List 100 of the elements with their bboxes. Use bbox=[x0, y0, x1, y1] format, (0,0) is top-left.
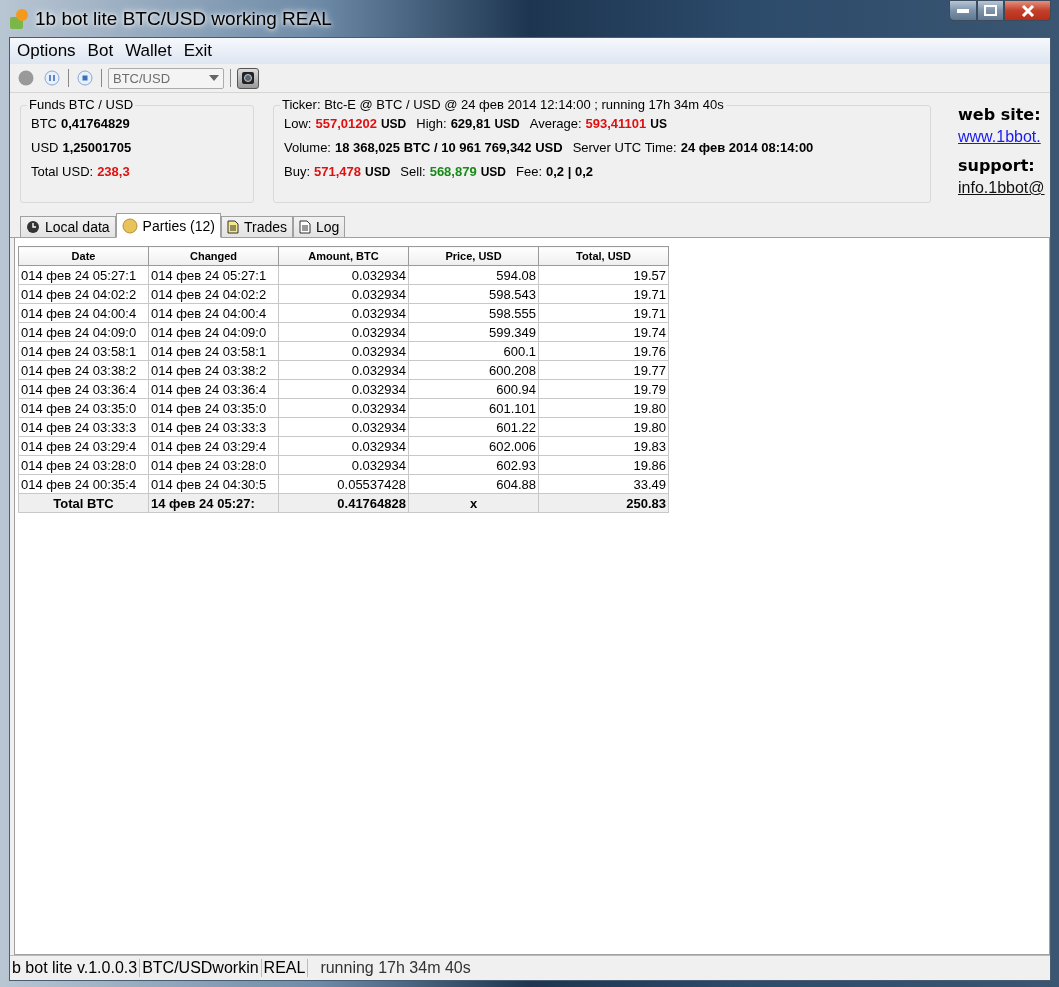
ticker-label: Fee: bbox=[516, 164, 542, 179]
column-header[interactable]: Total, USD bbox=[538, 246, 669, 266]
table-cell: 0.05537428 bbox=[278, 474, 409, 494]
minimize-button[interactable] bbox=[949, 0, 977, 21]
currency-unit: USD bbox=[480, 165, 506, 179]
table-cell: 014 фев 24 03:28:0 bbox=[148, 455, 279, 475]
table-cell: 19.80 bbox=[538, 417, 669, 437]
table-cell: 014 фев 24 04:02:2 bbox=[148, 284, 279, 304]
table-cell: 014 фев 24 03:36:4 bbox=[148, 379, 279, 399]
table-cell: 598.543 bbox=[408, 284, 539, 304]
table-cell: 014 фев 24 03:33:3 bbox=[148, 417, 279, 437]
column-header[interactable]: Price, USD bbox=[408, 246, 539, 266]
ticker-label: Average: bbox=[529, 116, 582, 131]
table-cell: 014 фев 24 03:29:4 bbox=[148, 436, 279, 456]
status-text: REAL bbox=[261, 959, 309, 977]
ticker-label: Volume: bbox=[284, 140, 331, 155]
funds-label: USD bbox=[31, 140, 59, 155]
clock-icon bbox=[26, 220, 40, 234]
ticker-value: 18 368,025 BTC / 10 961 769,342 USD bbox=[335, 140, 563, 155]
ticker-value: 593,41101 bbox=[585, 116, 647, 131]
currency-unit: USD bbox=[494, 117, 520, 131]
table-cell: 014 фев 24 04:00:4 bbox=[18, 303, 149, 323]
table-cell: 014 фев 24 03:35:0 bbox=[148, 398, 279, 418]
pair-dropdown[interactable]: BTC/USD bbox=[108, 67, 224, 89]
table-cell: 014 фев 24 05:27:1 bbox=[148, 265, 279, 285]
currency-unit: USD bbox=[380, 117, 407, 131]
maximize-icon bbox=[984, 5, 997, 16]
caret-icon bbox=[209, 75, 219, 81]
table-cell: 0.032934 bbox=[278, 455, 409, 475]
table-cell: 602.93 bbox=[408, 455, 539, 475]
table-cell: 0.032934 bbox=[278, 322, 409, 342]
ticker-label: Low: bbox=[284, 116, 312, 131]
table-cell: 014 фев 24 00:35:4 bbox=[18, 474, 149, 494]
menu-item[interactable]: Exit bbox=[178, 41, 220, 61]
table-cell: 19.74 bbox=[538, 322, 669, 342]
tab[interactable]: Parties (12) bbox=[115, 213, 221, 238]
maximize-button[interactable] bbox=[977, 0, 1004, 21]
status-text: running 17h 34m 40s bbox=[319, 959, 472, 977]
tab[interactable]: Log bbox=[293, 216, 346, 238]
column-header[interactable]: Changed bbox=[148, 246, 279, 266]
menu-item[interactable]: Options bbox=[12, 41, 83, 61]
table-cell: 19.83 bbox=[538, 436, 669, 456]
table-cell: 014 фев 24 03:38:2 bbox=[148, 360, 279, 380]
column-header[interactable]: Amount, BTC bbox=[278, 246, 409, 266]
table-cell: 014 фев 24 03:28:0 bbox=[18, 455, 149, 475]
table-cell: 0.032934 bbox=[278, 265, 409, 285]
ticker-value: 24 фев 2014 08:14:00 bbox=[680, 140, 814, 155]
start-button[interactable] bbox=[16, 68, 36, 88]
app-logo-icon bbox=[9, 7, 29, 30]
ticker-value: 557,01202 bbox=[315, 116, 377, 131]
close-icon bbox=[1020, 4, 1035, 17]
ticker-value: 568,879 bbox=[429, 164, 477, 179]
tab[interactable]: Trades bbox=[220, 216, 294, 238]
ticker-value: 629,81 bbox=[450, 116, 491, 131]
website-link[interactable]: www.1bbot. bbox=[958, 128, 1050, 146]
table-cell: 19.71 bbox=[538, 303, 669, 323]
tab[interactable]: Local data bbox=[20, 216, 116, 238]
menu-item[interactable]: Bot bbox=[82, 41, 121, 61]
table-cell: 0.032934 bbox=[278, 379, 409, 399]
table-cell: 014 фев 24 03:36:4 bbox=[18, 379, 149, 399]
table-cell: 014 фев 24 04:09:0 bbox=[18, 322, 149, 342]
table-cell: 602.006 bbox=[408, 436, 539, 456]
email-link[interactable]: info.1bbot@ bbox=[958, 179, 1050, 197]
contact-heading: web site: bbox=[958, 105, 1042, 124]
table-cell: 604.88 bbox=[408, 474, 539, 494]
table-cell: 0.032934 bbox=[278, 303, 409, 323]
lens-icon bbox=[241, 71, 255, 85]
funds-value: 238,3 bbox=[97, 164, 130, 179]
table-cell: 19.57 bbox=[538, 265, 669, 285]
ticker-label: Sell: bbox=[400, 164, 426, 179]
coin-icon bbox=[121, 217, 138, 234]
funds-label: BTC bbox=[31, 116, 57, 131]
ticker-value: 571,478 bbox=[314, 164, 361, 179]
table-cell: 600.94 bbox=[408, 379, 539, 399]
table-cell: 0.032934 bbox=[278, 341, 409, 361]
funds-value: 0,41764829 bbox=[61, 116, 130, 131]
table-cell: 0.032934 bbox=[278, 436, 409, 456]
minimize-icon bbox=[957, 8, 969, 13]
table-cell: 33.49 bbox=[538, 474, 669, 494]
table-cell: 598.555 bbox=[408, 303, 539, 323]
ticker-title: Ticker: Btc-E @ BTC / USD @ 24 фев 2014 12:14:00 ; running 17h 34m 40s bbox=[280, 97, 726, 112]
camera-button[interactable] bbox=[237, 67, 259, 89]
table-cell: 014 фев 24 03:38:2 bbox=[18, 360, 149, 380]
window-title: 1b bot lite BTC/USD working REAL bbox=[35, 7, 332, 30]
table-cell: 014 фев 24 05:27:1 bbox=[18, 265, 149, 285]
table-cell: 19.77 bbox=[538, 360, 669, 380]
pause-button[interactable] bbox=[42, 68, 62, 88]
document-icon bbox=[226, 220, 239, 234]
table-cell: 594.08 bbox=[408, 265, 539, 285]
close-button[interactable] bbox=[1004, 0, 1051, 21]
table-cell: 19.79 bbox=[538, 379, 669, 399]
table-cell: 0.032934 bbox=[278, 360, 409, 380]
table-cell: 601.101 bbox=[408, 398, 539, 418]
menu-item[interactable]: Wallet bbox=[120, 41, 179, 61]
column-header[interactable]: Date bbox=[18, 246, 149, 266]
stop-button[interactable] bbox=[75, 68, 95, 88]
table-cell: 014 фев 24 04:00:4 bbox=[148, 303, 279, 323]
ticker-value: 0,2 | 0,2 bbox=[546, 164, 594, 179]
table-cell: 599.349 bbox=[408, 322, 539, 342]
table-cell: 0.032934 bbox=[278, 398, 409, 418]
